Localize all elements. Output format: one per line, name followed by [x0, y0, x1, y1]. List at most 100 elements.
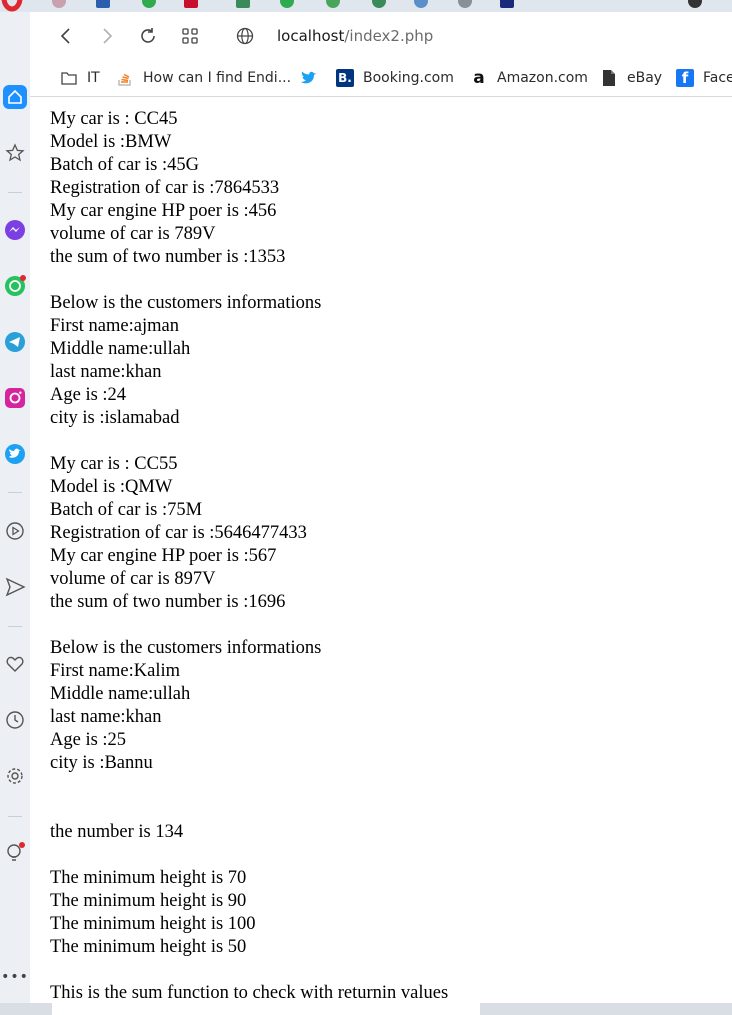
lightbulb-icon[interactable] — [3, 841, 27, 865]
tab-favicon[interactable] — [96, 0, 110, 8]
telegram-icon[interactable] — [3, 330, 27, 354]
messenger-icon[interactable] — [3, 218, 27, 242]
text-line: My car engine HP poer is :456 — [50, 201, 277, 221]
booking-icon: B. — [336, 69, 354, 87]
sidebar-separator — [8, 192, 22, 193]
settings-icon[interactable] — [3, 764, 27, 788]
text-line: Middle name:ullah — [50, 684, 191, 704]
number-line: the number is 134 — [50, 822, 184, 842]
text-line: The minimum height is 90 — [50, 891, 247, 911]
text-line: The minimum height is 70 — [50, 868, 247, 888]
bookmark-facebook[interactable]: f Face — [676, 68, 732, 88]
bookmark-label: Face — [703, 70, 732, 86]
tab-favicon[interactable] — [326, 0, 340, 8]
bookmark-amazon[interactable]: a Amazon.com — [470, 68, 588, 88]
text-line: the sum of two number is :1353 — [50, 247, 286, 267]
customer-info-block: Below is the customers informations Firs… — [50, 292, 720, 430]
page-content: My car is : CC45 Model is :BMW Batch of … — [50, 108, 720, 1005]
bookmark-ebay[interactable]: eBay — [600, 68, 662, 88]
text-line: Registration of car is :5646477433 — [50, 523, 307, 543]
document-icon — [600, 69, 618, 87]
taskbar-edge — [0, 1003, 732, 1015]
text-line: volume of car is 897V — [50, 569, 216, 589]
tab-favicon[interactable] — [142, 0, 156, 8]
more-icon[interactable]: ••• — [1, 965, 28, 989]
bookmark-twitter[interactable] — [300, 68, 327, 88]
tab-strip — [0, 0, 732, 12]
twitter-icon[interactable] — [3, 442, 27, 466]
text-line: city is :Bannu — [50, 753, 153, 773]
text-line: My car is : CC55 — [50, 454, 178, 474]
heights-block: The minimum height is 70 The minimum hei… — [50, 867, 720, 959]
text-line: The minimum height is 50 — [50, 937, 247, 957]
tab-favicon[interactable] — [52, 0, 66, 8]
text-line: Middle name:ullah — [50, 339, 191, 359]
whatsapp-icon[interactable] — [3, 274, 27, 298]
tab-favicon[interactable] — [280, 0, 294, 8]
sidebar-separator — [8, 492, 22, 493]
twitter-icon — [300, 69, 318, 87]
star-icon[interactable] — [3, 141, 27, 165]
opera-logo-icon[interactable] — [0, 0, 24, 12]
stackoverflow-icon — [116, 69, 134, 87]
home-icon[interactable] — [3, 85, 27, 109]
instagram-icon[interactable] — [3, 386, 27, 410]
car-info-block: My car is : CC45 Model is :BMW Batch of … — [50, 108, 720, 269]
text-line: First name:ajman — [50, 316, 179, 336]
tab-favicon[interactable] — [372, 0, 386, 8]
bookmark-label: Amazon.com — [497, 70, 588, 86]
reload-icon — [141, 28, 155, 43]
text-line: last name:khan — [50, 362, 162, 382]
text-line: Batch of car is :45G — [50, 155, 199, 175]
heart-icon[interactable] — [3, 652, 27, 676]
toolbar: localhost/index2.php — [30, 12, 732, 60]
text-line: last name:khan — [50, 707, 162, 727]
tab-favicon[interactable] — [500, 0, 514, 8]
tab-favicon[interactable] — [236, 0, 250, 8]
text-line: My car is : CC45 — [50, 109, 178, 129]
text-line: First name:Kalim — [50, 661, 180, 681]
tab-close-icon[interactable] — [688, 0, 702, 8]
forward-button[interactable] — [96, 25, 118, 47]
chevron-left-icon — [60, 28, 70, 44]
site-info-button[interactable] — [234, 25, 256, 47]
text-line: My car engine HP poer is :567 — [50, 546, 277, 566]
back-button[interactable] — [55, 25, 77, 47]
bookmark-label: Booking.com — [363, 70, 454, 86]
sidebar-separator — [8, 626, 22, 627]
text-line: volume of car is 789V — [50, 224, 216, 244]
tab-favicon[interactable] — [414, 0, 428, 8]
bookmark-label: How can I find Endi... — [143, 70, 292, 86]
text-line: Model is :BMW — [50, 132, 172, 152]
bookmark-it[interactable]: IT — [60, 68, 100, 88]
bookmark-booking[interactable]: B. Booking.com — [336, 68, 454, 88]
sidebar: ••• — [0, 12, 30, 1015]
send-icon[interactable] — [3, 575, 27, 599]
bookmark-label: IT — [87, 70, 100, 86]
address-bar[interactable]: localhost/index2.php — [277, 27, 433, 45]
sidebar-separator — [8, 816, 22, 817]
url-host: localhost — [277, 27, 345, 45]
globe-icon — [236, 27, 254, 45]
text-line: the sum of two number is :1696 — [50, 592, 286, 612]
amazon-icon: a — [473, 68, 485, 88]
player-icon[interactable] — [3, 519, 27, 543]
reload-button[interactable] — [137, 25, 159, 47]
chevron-right-icon — [103, 28, 113, 44]
speed-dial-button[interactable] — [179, 25, 201, 47]
bookmark-stackoverflow[interactable]: How can I find Endi... — [116, 68, 291, 88]
text-line: The minimum height is 100 — [50, 914, 256, 934]
folder-icon — [60, 69, 78, 87]
tab-favicon[interactable] — [458, 0, 472, 8]
facebook-icon: f — [676, 69, 694, 87]
tab-favicon[interactable] — [184, 0, 198, 8]
bookmarks-bar: IT How can I find Endi... B. Booking.com… — [30, 60, 732, 97]
grid-icon — [182, 28, 198, 44]
history-icon[interactable] — [3, 708, 27, 732]
